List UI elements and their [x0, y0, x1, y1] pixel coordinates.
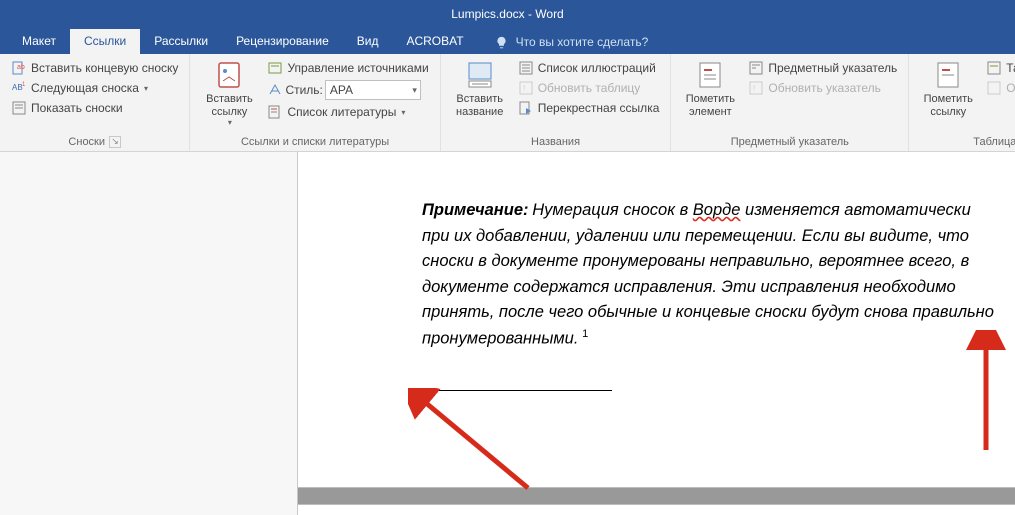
group-index: Пометить элемент Предметный указатель ! …	[671, 54, 909, 151]
group-footnotes: ab Вставить концевую сноску AB1 Следующа…	[0, 54, 190, 151]
citation-style-dropdown[interactable]: APA	[325, 80, 421, 100]
cross-reference-button[interactable]: Перекрестная ссылка	[515, 99, 663, 117]
titlebar: Lumpics.docx - Word	[0, 0, 1015, 28]
tof-icon	[518, 60, 534, 76]
next-footnote-button[interactable]: AB1 Следующая сноска ▾	[8, 79, 181, 97]
style-icon	[267, 82, 283, 98]
ribbon: ab Вставить концевую сноску AB1 Следующа…	[0, 54, 1015, 152]
insert-caption-button[interactable]: Вставить название	[449, 57, 511, 134]
note-label: Примечание:	[422, 201, 529, 219]
insert-index-icon	[748, 60, 764, 76]
tab-review[interactable]: Рецензирование	[222, 29, 343, 54]
document-page-next[interactable]	[298, 505, 1015, 515]
bibliography-button[interactable]: Список литературы ▾	[264, 103, 431, 121]
tell-me-search[interactable]: Что вы хотите сделать?	[486, 30, 657, 54]
group-toa-label: Таблица ссылок	[973, 136, 1015, 148]
group-index-label: Предметный указатель	[731, 136, 849, 148]
group-citations-label: Ссылки и списки литературы	[241, 136, 389, 148]
navigation-panel[interactable]	[0, 152, 298, 515]
footnotes-dialog-launcher[interactable]: ↘	[109, 136, 121, 148]
tab-mailings[interactable]: Рассылки	[140, 29, 222, 54]
footnote-marker[interactable]: 1	[422, 395, 997, 406]
manage-sources-icon	[267, 60, 283, 76]
group-toa: Пометить ссылку Таблица ссылок Обновить …	[909, 54, 1015, 151]
cross-ref-icon	[518, 100, 534, 116]
svg-text:1: 1	[22, 82, 26, 88]
spelling-error[interactable]: Ворде	[693, 201, 741, 219]
show-notes-icon	[11, 100, 27, 116]
workspace: Примечание: Нумерация сносок в Ворде изм…	[0, 152, 1015, 515]
mark-entry-icon	[694, 59, 726, 91]
citation-icon	[213, 59, 245, 91]
next-footnote-icon: AB1	[11, 80, 27, 96]
ribbon-tabs: Макет Ссылки Рассылки Рецензирование Вид…	[0, 28, 1015, 54]
dropdown-icon: ▾	[228, 118, 232, 127]
dropdown-icon: ▾	[401, 108, 405, 117]
update-index-icon: !	[748, 80, 764, 96]
lightbulb-icon	[494, 34, 510, 50]
tab-references[interactable]: Ссылки	[70, 29, 140, 54]
toa-icon	[986, 60, 1002, 76]
caption-icon	[464, 59, 496, 91]
manage-sources-button[interactable]: Управление источниками	[264, 59, 431, 77]
table-of-figures-button[interactable]: Список иллюстраций	[515, 59, 663, 77]
mark-citation-icon	[932, 59, 964, 91]
tab-view[interactable]: Вид	[343, 29, 393, 54]
citation-style-row: Стиль: APA	[264, 79, 431, 101]
insert-citation-button[interactable]: Вставить ссылку ▾	[198, 57, 260, 134]
endnote-icon: ab	[11, 60, 27, 76]
svg-text:!: !	[523, 84, 525, 93]
update-table-icon: !	[518, 80, 534, 96]
group-captions-label: Названия	[531, 136, 580, 148]
document-page[interactable]: Примечание: Нумерация сносок в Ворде изм…	[298, 152, 1015, 487]
mark-entry-button[interactable]: Пометить элемент	[679, 57, 741, 134]
footnote-reference[interactable]: 1	[582, 328, 588, 340]
tab-acrobat[interactable]: ACROBAT	[392, 29, 477, 54]
update-index-button: ! Обновить указатель	[745, 79, 900, 97]
group-citations: Вставить ссылку ▾ Управление источниками…	[190, 54, 440, 151]
footnote-separator	[422, 390, 612, 391]
group-captions: Вставить название Список иллюстраций ! О…	[441, 54, 672, 151]
insert-toa-button[interactable]: Таблица ссылок	[983, 59, 1015, 77]
svg-text:!: !	[753, 84, 755, 93]
update-table-button: ! Обновить таблицу	[515, 79, 663, 97]
svg-text:ab: ab	[17, 64, 25, 71]
bibliography-icon	[267, 104, 283, 120]
document-area[interactable]: Примечание: Нумерация сносок в Ворде изм…	[298, 152, 1015, 515]
window-title: Lumpics.docx - Word	[451, 7, 563, 21]
dropdown-icon: ▾	[144, 84, 148, 93]
mark-citation-button[interactable]: Пометить ссылку	[917, 57, 979, 134]
group-footnotes-label: Сноски	[68, 136, 105, 148]
document-paragraph[interactable]: Примечание: Нумерация сносок в Ворде изм…	[422, 198, 997, 352]
show-notes-button[interactable]: Показать сноски	[8, 99, 181, 117]
insert-endnote-button[interactable]: ab Вставить концевую сноску	[8, 59, 181, 77]
tab-layout[interactable]: Макет	[8, 29, 70, 54]
update-toa-button: Обновить таблицу	[983, 79, 1015, 97]
insert-index-button[interactable]: Предметный указатель	[745, 59, 900, 77]
update-toa-icon	[986, 80, 1002, 96]
